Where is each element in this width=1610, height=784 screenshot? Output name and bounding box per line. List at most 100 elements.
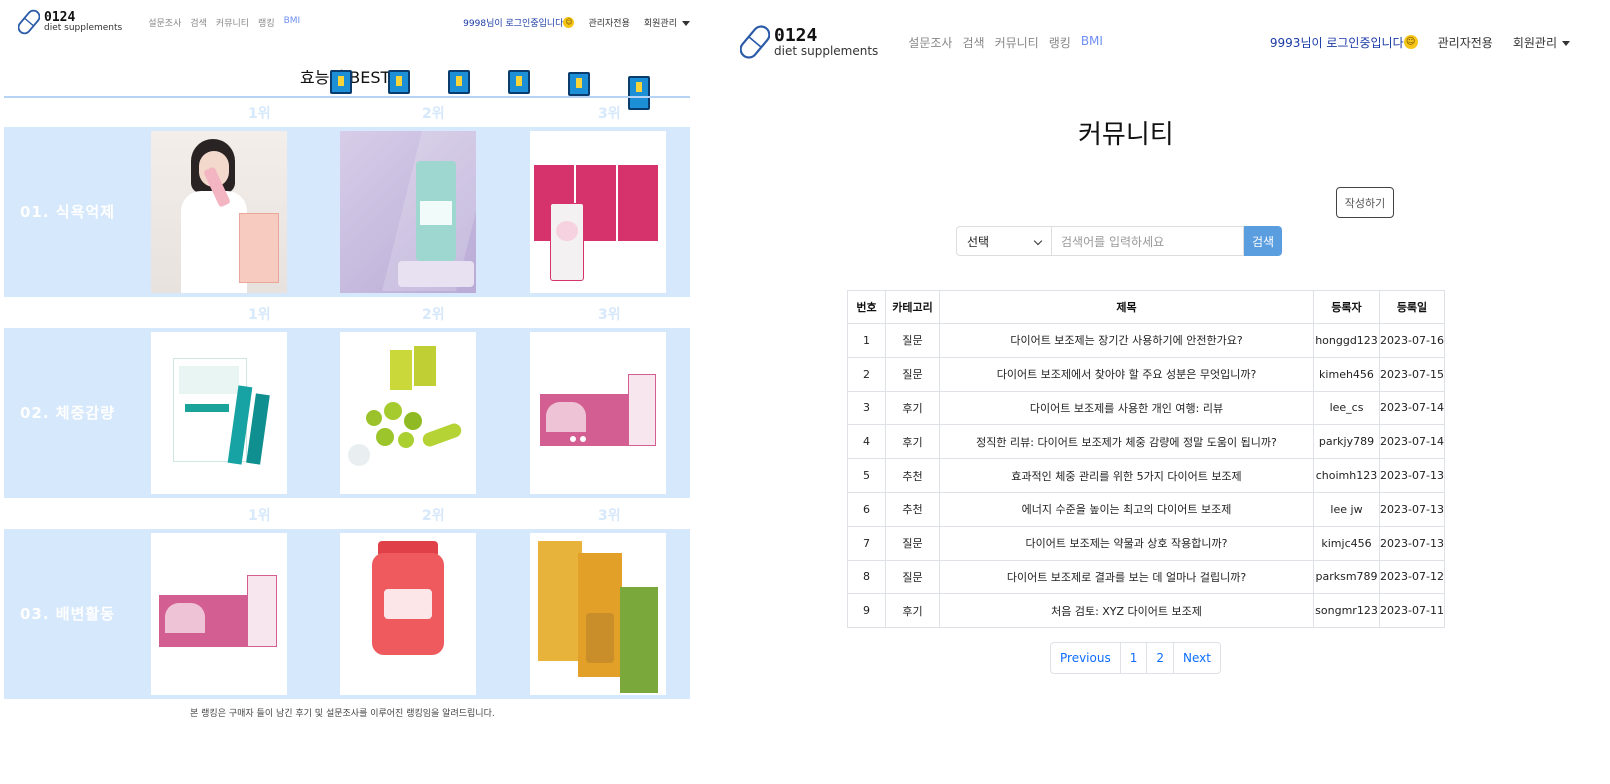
navbar: 0124 diet supplements 설문조사 검색 커뮤니티 랭킹 BM… [740,22,1610,62]
nav-link-bmi[interactable]: BMI [1081,34,1103,51]
cell-category: 후기 [885,390,940,426]
rank-label-1: 1위 [248,307,271,323]
cell-title[interactable]: 다이어트 보조제에서 찾아야 할 주요 성분은 무엇입니까? [939,356,1314,392]
community-page: 0124 diet supplements 설문조사 검색 커뮤니티 랭킹 BM… [740,0,1610,784]
cell-date: 2023-07-11 [1379,593,1445,629]
header-category: 카테고리 [885,290,940,324]
page-previous[interactable]: Previous [1051,643,1120,673]
logo[interactable]: 0124 diet supplements [18,9,122,35]
nav-link-ranking[interactable]: 랭킹 [1049,34,1071,51]
product-card[interactable] [530,332,666,494]
nav-link-survey[interactable]: 설문조사 [148,16,181,29]
product-card[interactable] [151,533,287,695]
product-card[interactable] [151,332,287,494]
category-title: 02. 체중감량 [20,404,115,422]
cell-author: songmr123 [1313,593,1380,629]
cell-number: 1 [847,323,886,358]
cell-title[interactable]: 처음 검토: XYZ 다이어트 보조제 [939,593,1314,629]
page-2[interactable]: 2 [1146,643,1173,673]
nav-link-ranking[interactable]: 랭킹 [258,16,275,29]
category-select[interactable]: 선택 [956,226,1052,256]
navbar: 0124 diet supplements 설문조사 검색 커뮤니티 랭킹 BM… [0,6,720,38]
search-input[interactable]: 검색어를 입력하세요 [1052,226,1244,256]
product-card[interactable] [340,533,476,695]
cell-date: 2023-07-16 [1379,323,1445,358]
logo-subtitle: diet supplements [44,23,123,33]
ranking-footnote: 본 랭킹은 구매자 들이 남긴 후기 및 설문조사를 이루어진 랭킹임을 알려드… [190,709,495,719]
supplement-box-icon [508,70,530,94]
cell-title[interactable]: 에너지 수준을 높이는 최고의 다이어트 보조제 [939,491,1314,527]
table-row[interactable]: 4 후기 정직한 리뷰: 다이어트 보조제가 체중 감량에 정말 도움이 됩니까… [847,424,1445,460]
table-row[interactable]: 8 질문 다이어트 보조제로 결과를 보는 데 얼마나 걸립니까? parksm… [847,559,1445,595]
nav-link-survey[interactable]: 설문조사 [908,34,952,51]
nav-links: 설문조사 검색 커뮤니티 랭킹 BMI [148,16,300,29]
write-post-button[interactable]: 작성하기 [1336,187,1394,218]
category-title: 01. 식욕억제 [20,203,115,221]
search-button[interactable]: 검색 [1244,226,1282,256]
logo[interactable]: 0124 diet supplements [740,23,878,61]
ranking-page: 0124 diet supplements 설문조사 검색 커뮤니티 랭킹 BM… [0,0,720,784]
table-row[interactable]: 3 후기 다이어트 보조제를 사용한 개인 여행: 리뷰 lee_cs 2023… [847,390,1445,426]
cell-category: 후기 [885,593,940,629]
cell-title[interactable]: 다이어트 보조제는 약물과 상호 작용합니까? [939,525,1314,561]
cell-number: 2 [847,356,886,392]
table-row[interactable]: 6 추천 에너지 수준을 높이는 최고의 다이어트 보조제 lee jw 202… [847,491,1445,527]
table-row[interactable]: 9 후기 처음 검토: XYZ 다이어트 보조제 songmr123 2023-… [847,593,1445,629]
admin-button[interactable]: 관리자전용 [588,16,629,29]
page-1[interactable]: 1 [1119,643,1147,673]
member-menu-label: 회원관리 [643,18,677,29]
category-title: 03. 배변활동 [20,605,115,623]
cell-date: 2023-07-14 [1379,424,1445,460]
page-title: 커뮤니티 [1078,120,1174,150]
header-title: 제목 [939,290,1314,324]
logo-subtitle: diet supplements [774,44,879,58]
page-next[interactable]: Next [1173,643,1220,673]
rank-label-3: 3위 [598,508,621,524]
nav-link-search[interactable]: 검색 [190,16,207,29]
product-card[interactable] [340,131,476,293]
rank-label-3: 3위 [598,307,621,323]
nav-link-community[interactable]: 커뮤니티 [995,34,1039,51]
cell-title[interactable]: 정직한 리뷰: 다이어트 보조제가 체중 감량에 정말 도움이 됩니까? [939,424,1314,460]
table-row[interactable]: 1 질문 다이어트 보조제는 장기간 사용하기에 안전한가요? honggd12… [847,323,1445,358]
nav-link-community[interactable]: 커뮤니티 [216,16,249,29]
cell-title[interactable]: 다이어트 보조제를 사용한 개인 여행: 리뷰 [939,390,1314,426]
member-menu[interactable]: 회원관리 [644,16,690,29]
nav-link-bmi[interactable]: BMI [284,16,301,29]
cell-category: 추천 [885,491,940,527]
rank-label-2: 2위 [422,508,445,524]
cell-title[interactable]: 효과적인 체중 관리를 위한 5가지 다이어트 보조제 [939,458,1314,493]
cell-number: 4 [847,424,886,460]
nav-link-search[interactable]: 검색 [962,34,984,51]
pagination: Previous 1 2 Next [1050,642,1221,674]
product-card[interactable] [530,131,666,293]
pill-capsule-icon [740,25,770,59]
rank-label-1: 1위 [248,508,271,524]
cell-category: 질문 [885,559,940,595]
rank-label-1: 1위 [248,106,271,122]
product-card[interactable] [340,332,476,494]
table-row[interactable]: 5 추천 효과적인 체중 관리를 위한 5가지 다이어트 보조제 choimh1… [847,458,1445,493]
cell-author: parksm789 [1313,559,1380,595]
nav-right: 9993님이 로그인중입니다 ☺ 관리자전용 회원관리 [1270,34,1570,51]
member-menu[interactable]: 회원관리 [1513,34,1570,51]
cell-date: 2023-07-14 [1379,390,1445,426]
search-bar: 선택 검색어를 입력하세요 검색 [956,226,1282,256]
product-card[interactable] [530,533,666,695]
cell-author: kimjc456 [1313,525,1380,561]
cell-author: choimh123 [1313,458,1380,493]
cell-title[interactable]: 다이어트 보조제는 장기간 사용하기에 안전한가요? [939,323,1314,358]
nav-links: 설문조사 검색 커뮤니티 랭킹 BMI [908,34,1103,51]
supplement-box-icon [388,70,410,94]
cell-author: kimeh456 [1313,356,1380,392]
cell-category: 질문 [885,323,940,358]
table-row[interactable]: 7 질문 다이어트 보조제는 약물과 상호 작용합니까? kimjc456 20… [847,525,1445,561]
admin-button[interactable]: 관리자전용 [1438,34,1493,51]
product-card[interactable] [151,131,287,293]
cell-title[interactable]: 다이어트 보조제로 결과를 보는 데 얼마나 걸립니까? [939,559,1314,595]
member-menu-label: 회원관리 [1512,35,1557,50]
chevron-down-icon [1033,236,1043,246]
table-row[interactable]: 2 질문 다이어트 보조제에서 찾아야 할 주요 성분은 무엇입니까? kime… [847,356,1445,392]
rank-labels-row: 1위 2위 3위 [4,505,690,525]
cell-number: 6 [847,491,886,527]
